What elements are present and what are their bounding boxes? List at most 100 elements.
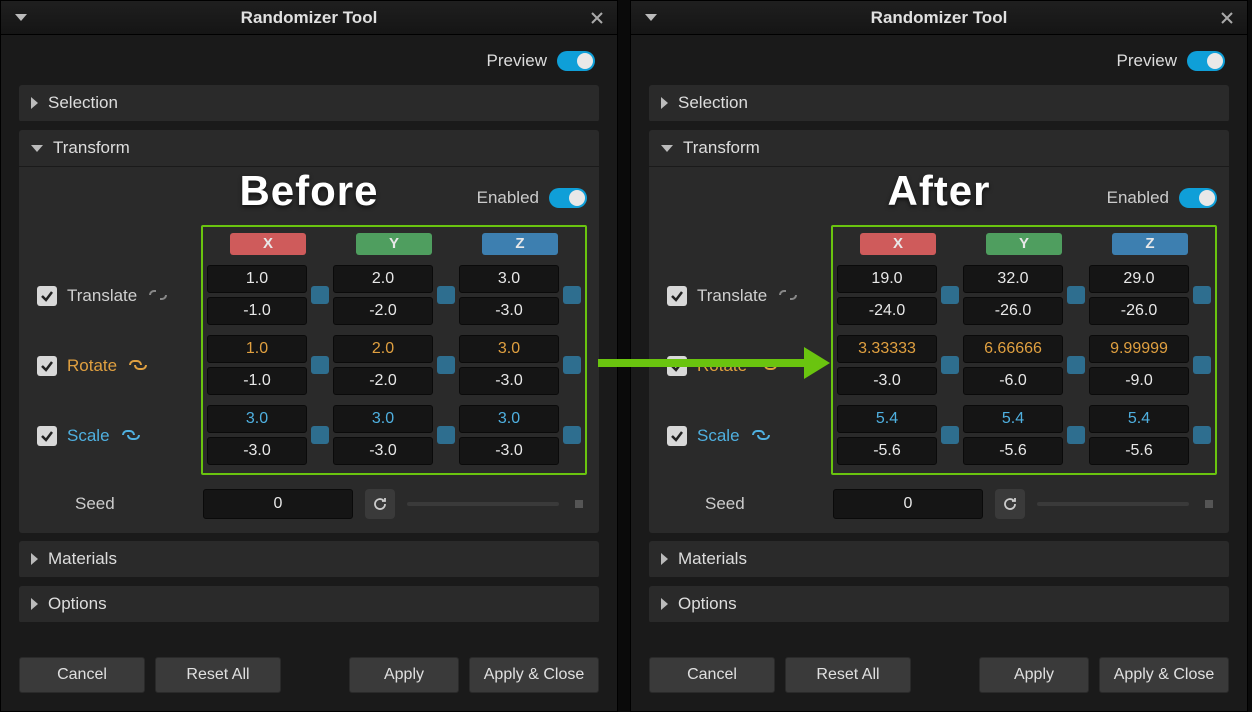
rotate-y-lo[interactable]: -2.0 bbox=[333, 367, 433, 395]
enabled-toggle[interactable] bbox=[549, 188, 587, 208]
scale-y-enable[interactable] bbox=[1067, 426, 1085, 444]
link-icon-linked[interactable] bbox=[127, 357, 149, 375]
translate-z-lo[interactable]: -26.0 bbox=[1089, 297, 1189, 325]
rotate-x-lo[interactable]: -3.0 bbox=[837, 367, 937, 395]
preview-toggle[interactable] bbox=[1187, 51, 1225, 71]
cancel-button[interactable]: Cancel bbox=[19, 657, 145, 693]
scale-z-lo[interactable]: -5.6 bbox=[1089, 437, 1189, 465]
apply-button[interactable]: Apply bbox=[979, 657, 1089, 693]
axis-x-badge: X bbox=[860, 233, 936, 255]
window-menu-icon[interactable] bbox=[15, 14, 27, 21]
scale-checkbox[interactable] bbox=[667, 426, 687, 446]
section-header-options[interactable]: Options bbox=[19, 586, 599, 623]
link-icon-linked[interactable] bbox=[120, 427, 142, 445]
scale-x-lo[interactable]: -5.6 bbox=[837, 437, 937, 465]
rotate-label: Rotate bbox=[67, 356, 117, 376]
translate-z-lo[interactable]: -3.0 bbox=[459, 297, 559, 325]
translate-z-hi[interactable]: 3.0 bbox=[459, 265, 559, 293]
reset-all-button[interactable]: Reset All bbox=[785, 657, 911, 693]
scale-x-lo[interactable]: -3.0 bbox=[207, 437, 307, 465]
scale-x-enable[interactable] bbox=[941, 426, 959, 444]
seed-input[interactable]: 0 bbox=[203, 489, 353, 519]
translate-y-enable[interactable] bbox=[1067, 286, 1085, 304]
scale-y-hi[interactable]: 3.0 bbox=[333, 405, 433, 433]
rotate-checkbox[interactable] bbox=[37, 356, 57, 376]
translate-y-hi[interactable]: 32.0 bbox=[963, 265, 1063, 293]
link-icon-unlinked[interactable] bbox=[777, 287, 799, 305]
enabled-toggle[interactable] bbox=[1179, 188, 1217, 208]
translate-x-lo[interactable]: -24.0 bbox=[837, 297, 937, 325]
scale-y-lo[interactable]: -5.6 bbox=[963, 437, 1063, 465]
rotate-y-hi[interactable]: 6.66666 bbox=[963, 335, 1063, 363]
scale-x-enable[interactable] bbox=[311, 426, 329, 444]
rotate-x-lo[interactable]: -1.0 bbox=[207, 367, 307, 395]
section-header-selection[interactable]: Selection bbox=[649, 85, 1229, 122]
rotate-x-hi[interactable]: 3.33333 bbox=[837, 335, 937, 363]
apply-close-button[interactable]: Apply & Close bbox=[1099, 657, 1229, 693]
scale-z-lo[interactable]: -3.0 bbox=[459, 437, 559, 465]
rotate-y-lo[interactable]: -6.0 bbox=[963, 367, 1063, 395]
scale-z-enable[interactable] bbox=[563, 426, 581, 444]
window-menu-icon[interactable] bbox=[645, 14, 657, 21]
translate-x-lo[interactable]: -1.0 bbox=[207, 297, 307, 325]
rotate-y-enable[interactable] bbox=[437, 356, 455, 374]
translate-x-enable[interactable] bbox=[941, 286, 959, 304]
scale-x-hi[interactable]: 3.0 bbox=[207, 405, 307, 433]
translate-y-lo[interactable]: -26.0 bbox=[963, 297, 1063, 325]
section-header-options[interactable]: Options bbox=[649, 586, 1229, 623]
scale-y-hi[interactable]: 5.4 bbox=[963, 405, 1063, 433]
translate-checkbox[interactable] bbox=[37, 286, 57, 306]
translate-y-lo[interactable]: -2.0 bbox=[333, 297, 433, 325]
seed-input[interactable]: 0 bbox=[833, 489, 983, 519]
rotate-z-enable[interactable] bbox=[563, 356, 581, 374]
rotate-y-hi[interactable]: 2.0 bbox=[333, 335, 433, 363]
translate-y-hi[interactable]: 2.0 bbox=[333, 265, 433, 293]
rotate-checkbox[interactable] bbox=[667, 356, 687, 376]
rotate-z-lo[interactable]: -3.0 bbox=[459, 367, 559, 395]
scale-x-hi[interactable]: 5.4 bbox=[837, 405, 937, 433]
link-icon-linked[interactable] bbox=[750, 427, 772, 445]
translate-z-enable[interactable] bbox=[1193, 286, 1211, 304]
rotate-z-enable[interactable] bbox=[1193, 356, 1211, 374]
cancel-button[interactable]: Cancel bbox=[649, 657, 775, 693]
seed-slider[interactable] bbox=[407, 502, 559, 506]
close-button[interactable] bbox=[587, 8, 607, 28]
translate-checkbox[interactable] bbox=[667, 286, 687, 306]
translate-z-enable[interactable] bbox=[563, 286, 581, 304]
scale-y-lo[interactable]: -3.0 bbox=[333, 437, 433, 465]
translate-x-hi[interactable]: 1.0 bbox=[207, 265, 307, 293]
rotate-z-hi[interactable]: 9.99999 bbox=[1089, 335, 1189, 363]
close-icon bbox=[1220, 11, 1234, 25]
close-button[interactable] bbox=[1217, 8, 1237, 28]
scale-y-enable[interactable] bbox=[437, 426, 455, 444]
translate-x-enable[interactable] bbox=[311, 286, 329, 304]
rotate-x-enable[interactable] bbox=[311, 356, 329, 374]
scale-z-enable[interactable] bbox=[1193, 426, 1211, 444]
apply-button[interactable]: Apply bbox=[349, 657, 459, 693]
rotate-x-enable[interactable] bbox=[941, 356, 959, 374]
section-header-materials[interactable]: Materials bbox=[19, 541, 599, 578]
section-header-selection[interactable]: Selection bbox=[19, 85, 599, 122]
preview-toggle[interactable] bbox=[557, 51, 595, 71]
rotate-z-hi[interactable]: 3.0 bbox=[459, 335, 559, 363]
link-icon-unlinked[interactable] bbox=[147, 287, 169, 305]
translate-y-enable[interactable] bbox=[437, 286, 455, 304]
reset-all-button[interactable]: Reset All bbox=[155, 657, 281, 693]
section-header-transform[interactable]: Transform bbox=[649, 130, 1229, 167]
section-header-transform[interactable]: Transform bbox=[19, 130, 599, 167]
rotate-y-enable[interactable] bbox=[1067, 356, 1085, 374]
axis-y-badge: Y bbox=[986, 233, 1062, 255]
rotate-z-lo[interactable]: -9.0 bbox=[1089, 367, 1189, 395]
scale-z-hi[interactable]: 5.4 bbox=[1089, 405, 1189, 433]
seed-refresh-button[interactable] bbox=[365, 489, 395, 519]
translate-z-hi[interactable]: 29.0 bbox=[1089, 265, 1189, 293]
translate-x-hi[interactable]: 19.0 bbox=[837, 265, 937, 293]
rotate-x-hi[interactable]: 1.0 bbox=[207, 335, 307, 363]
section-header-materials[interactable]: Materials bbox=[649, 541, 1229, 578]
apply-close-button[interactable]: Apply & Close bbox=[469, 657, 599, 693]
scale-checkbox[interactable] bbox=[37, 426, 57, 446]
scale-z-hi[interactable]: 3.0 bbox=[459, 405, 559, 433]
seed-slider[interactable] bbox=[1037, 502, 1189, 506]
link-icon-linked[interactable] bbox=[757, 357, 779, 375]
seed-refresh-button[interactable] bbox=[995, 489, 1025, 519]
